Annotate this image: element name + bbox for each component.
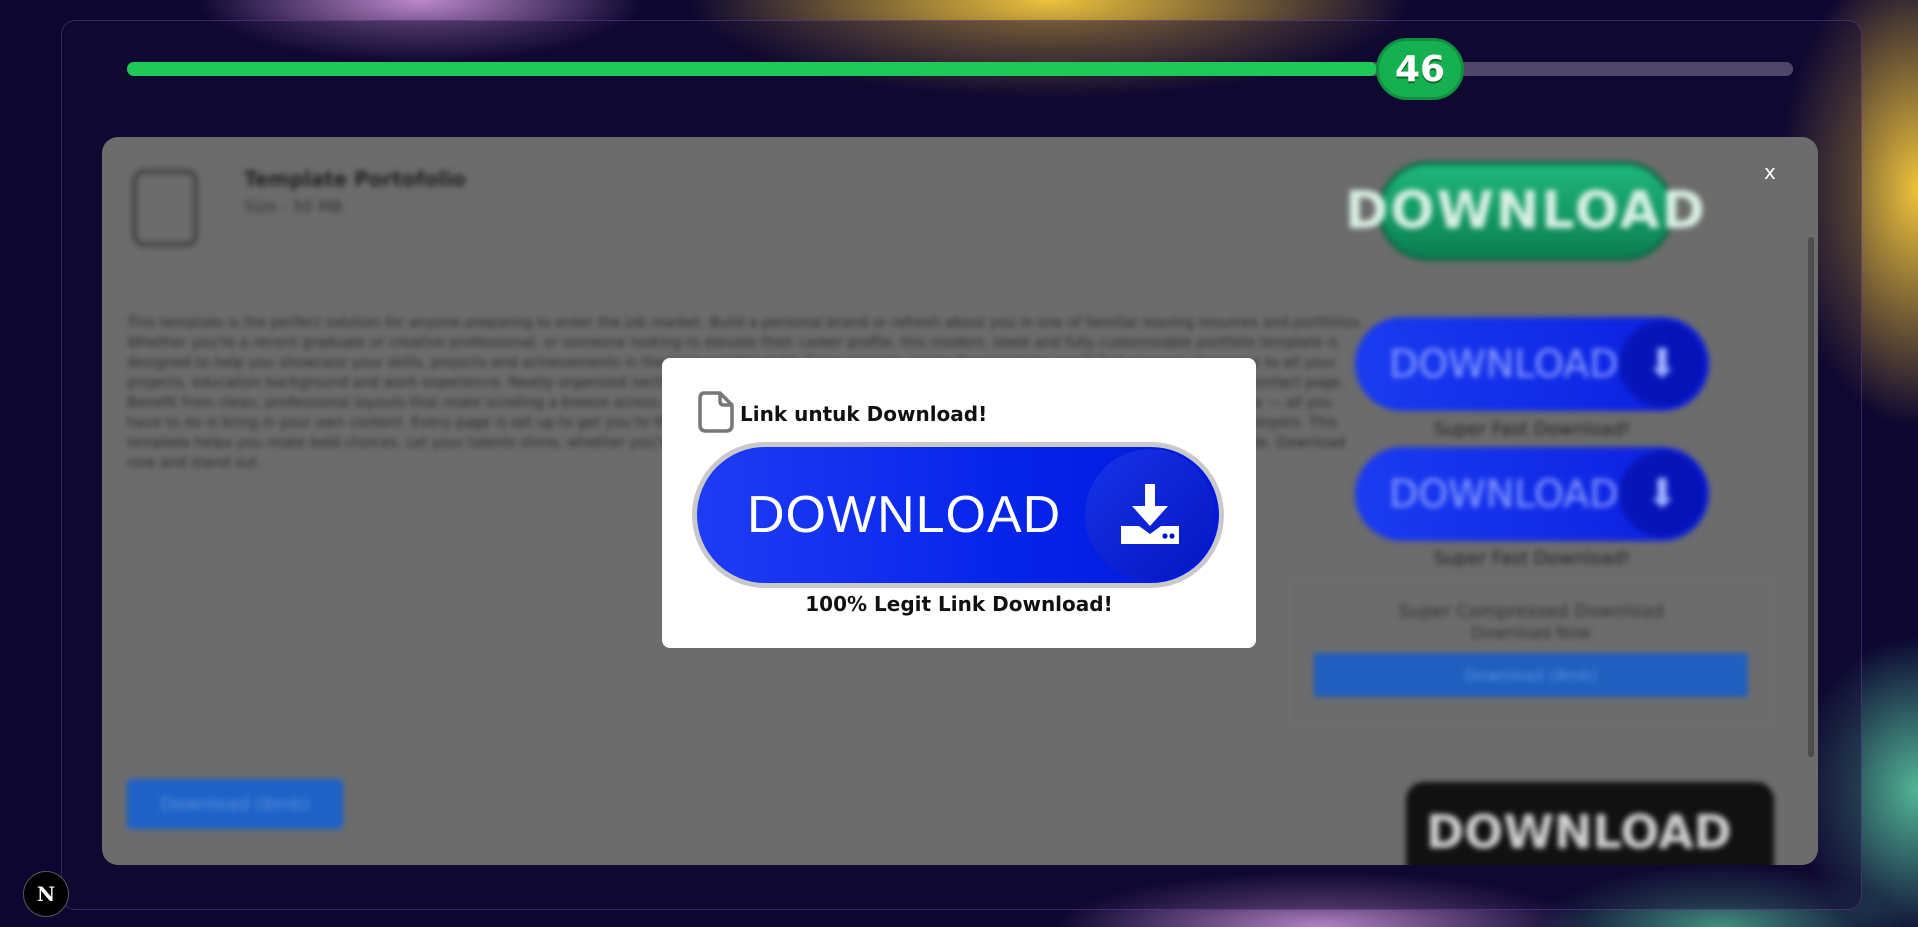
download-caption-1: Super Fast Download! [1433,419,1631,440]
download-arrow-icon: ⬇ [1619,451,1705,537]
download-button-black[interactable]: DOWNLOAD [1406,782,1774,865]
download-button-label: DOWNLOAD [1389,342,1619,386]
download-modal: Link untuk Download! DOWNLOAD 100% Legit… [662,358,1256,648]
card-title: Super Compressed Download [1398,601,1664,622]
modal-title: Link untuk Download! [740,402,988,426]
progress-bar [127,62,1793,76]
download-button-blue-2[interactable]: DOWNLOAD ⬇ [1355,447,1709,541]
download-link-label: DOWNLOAD [747,486,1062,544]
download-link-button[interactable]: DOWNLOAD [692,442,1224,588]
scrollbar[interactable] [1808,237,1814,757]
download-button-bottom[interactable]: Download (8mb) [127,779,343,829]
progress-counter: 46 [1376,38,1464,100]
file-title: Template Portofolio [244,167,466,191]
file-icon [696,390,736,438]
progress-fill [127,62,1377,76]
next-logo-badge[interactable]: N [23,871,69,917]
card-subtitle: Download Now [1471,623,1591,642]
close-button[interactable]: x [1764,160,1776,184]
compressed-download-card: Super Compressed Download Download Now D… [1288,580,1774,724]
download-button-green[interactable]: DOWNLOAD [1345,161,1705,261]
download-caption-2: Super Fast Download! [1433,548,1631,569]
file-size: Size : 50 MB [244,197,343,216]
download-button-blue-1[interactable]: DOWNLOAD ⬇ [1355,317,1709,411]
download-button-label: DOWNLOAD [1389,472,1619,516]
card-download-button[interactable]: Download (8mb) [1314,653,1748,697]
modal-header: Link untuk Download! [696,390,987,438]
download-tray-icon [1085,449,1215,581]
file-icon [132,169,198,247]
download-arrow-icon: ⬇ [1619,321,1705,407]
modal-caption: 100% Legit Link Download! [805,592,1113,616]
download-link-button-body: DOWNLOAD [697,447,1219,583]
